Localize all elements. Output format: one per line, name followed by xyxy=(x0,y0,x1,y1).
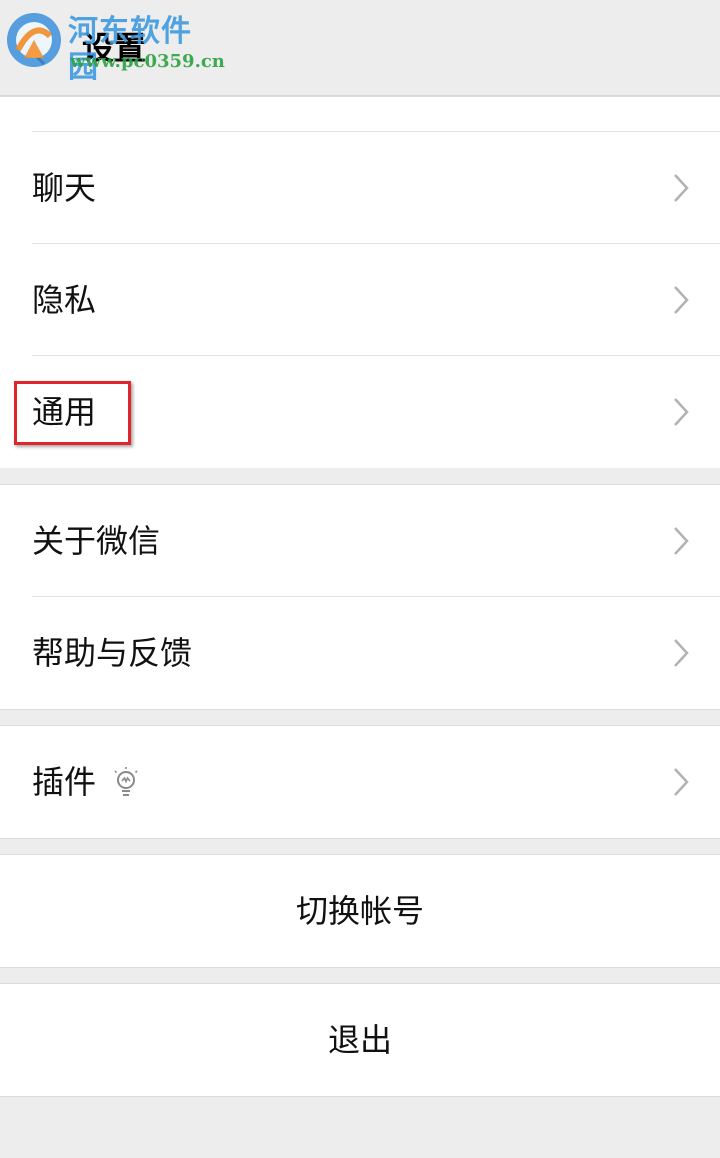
switch-account-group: 切换帐号 xyxy=(0,854,720,968)
settings-group-1: 聊天 隐私 通用 xyxy=(0,96,720,468)
chevron-right-icon xyxy=(674,398,689,426)
settings-item-general[interactable]: 通用 xyxy=(0,356,720,468)
settings-item-help-feedback[interactable]: 帮助与反馈 xyxy=(0,597,720,709)
settings-item-plugins[interactable]: 插件 xyxy=(0,726,720,838)
chevron-left-icon xyxy=(25,30,46,66)
top-bar: 设置 xyxy=(0,0,720,96)
settings-page: 设置 河东软件园 www.pc0359.cn 聊天 隐私 通用 关于微信 帮助与… xyxy=(0,0,720,1158)
logout-group: 退出 xyxy=(0,983,720,1097)
switch-account-button[interactable]: 切换帐号 xyxy=(0,855,720,967)
chevron-right-icon xyxy=(674,286,689,314)
settings-item-label: 关于微信 xyxy=(32,522,161,560)
logout-button[interactable]: 退出 xyxy=(0,984,720,1096)
settings-group-2: 关于微信 帮助与反馈 xyxy=(0,484,720,710)
settings-item-label: 通用 xyxy=(32,393,97,431)
back-button[interactable] xyxy=(18,26,58,70)
settings-item-label: 聊天 xyxy=(32,169,97,207)
settings-item-label: 隐私 xyxy=(32,281,97,319)
chevron-right-icon xyxy=(674,527,689,555)
chevron-right-icon xyxy=(674,768,689,796)
settings-group-3: 插件 xyxy=(0,725,720,839)
switch-account-label: 切换帐号 xyxy=(295,892,424,930)
settings-item-chat[interactable]: 聊天 xyxy=(0,132,720,244)
settings-item-label: 帮助与反馈 xyxy=(32,634,193,672)
chevron-right-icon xyxy=(674,639,689,667)
chevron-right-icon xyxy=(674,174,689,202)
settings-item-about-wechat[interactable]: 关于微信 xyxy=(0,485,720,597)
lightbulb-icon xyxy=(114,767,138,796)
logout-label: 退出 xyxy=(327,1021,392,1059)
settings-item-label: 插件 xyxy=(32,763,97,801)
settings-item-privacy[interactable]: 隐私 xyxy=(0,244,720,356)
page-title: 设置 xyxy=(82,29,147,67)
